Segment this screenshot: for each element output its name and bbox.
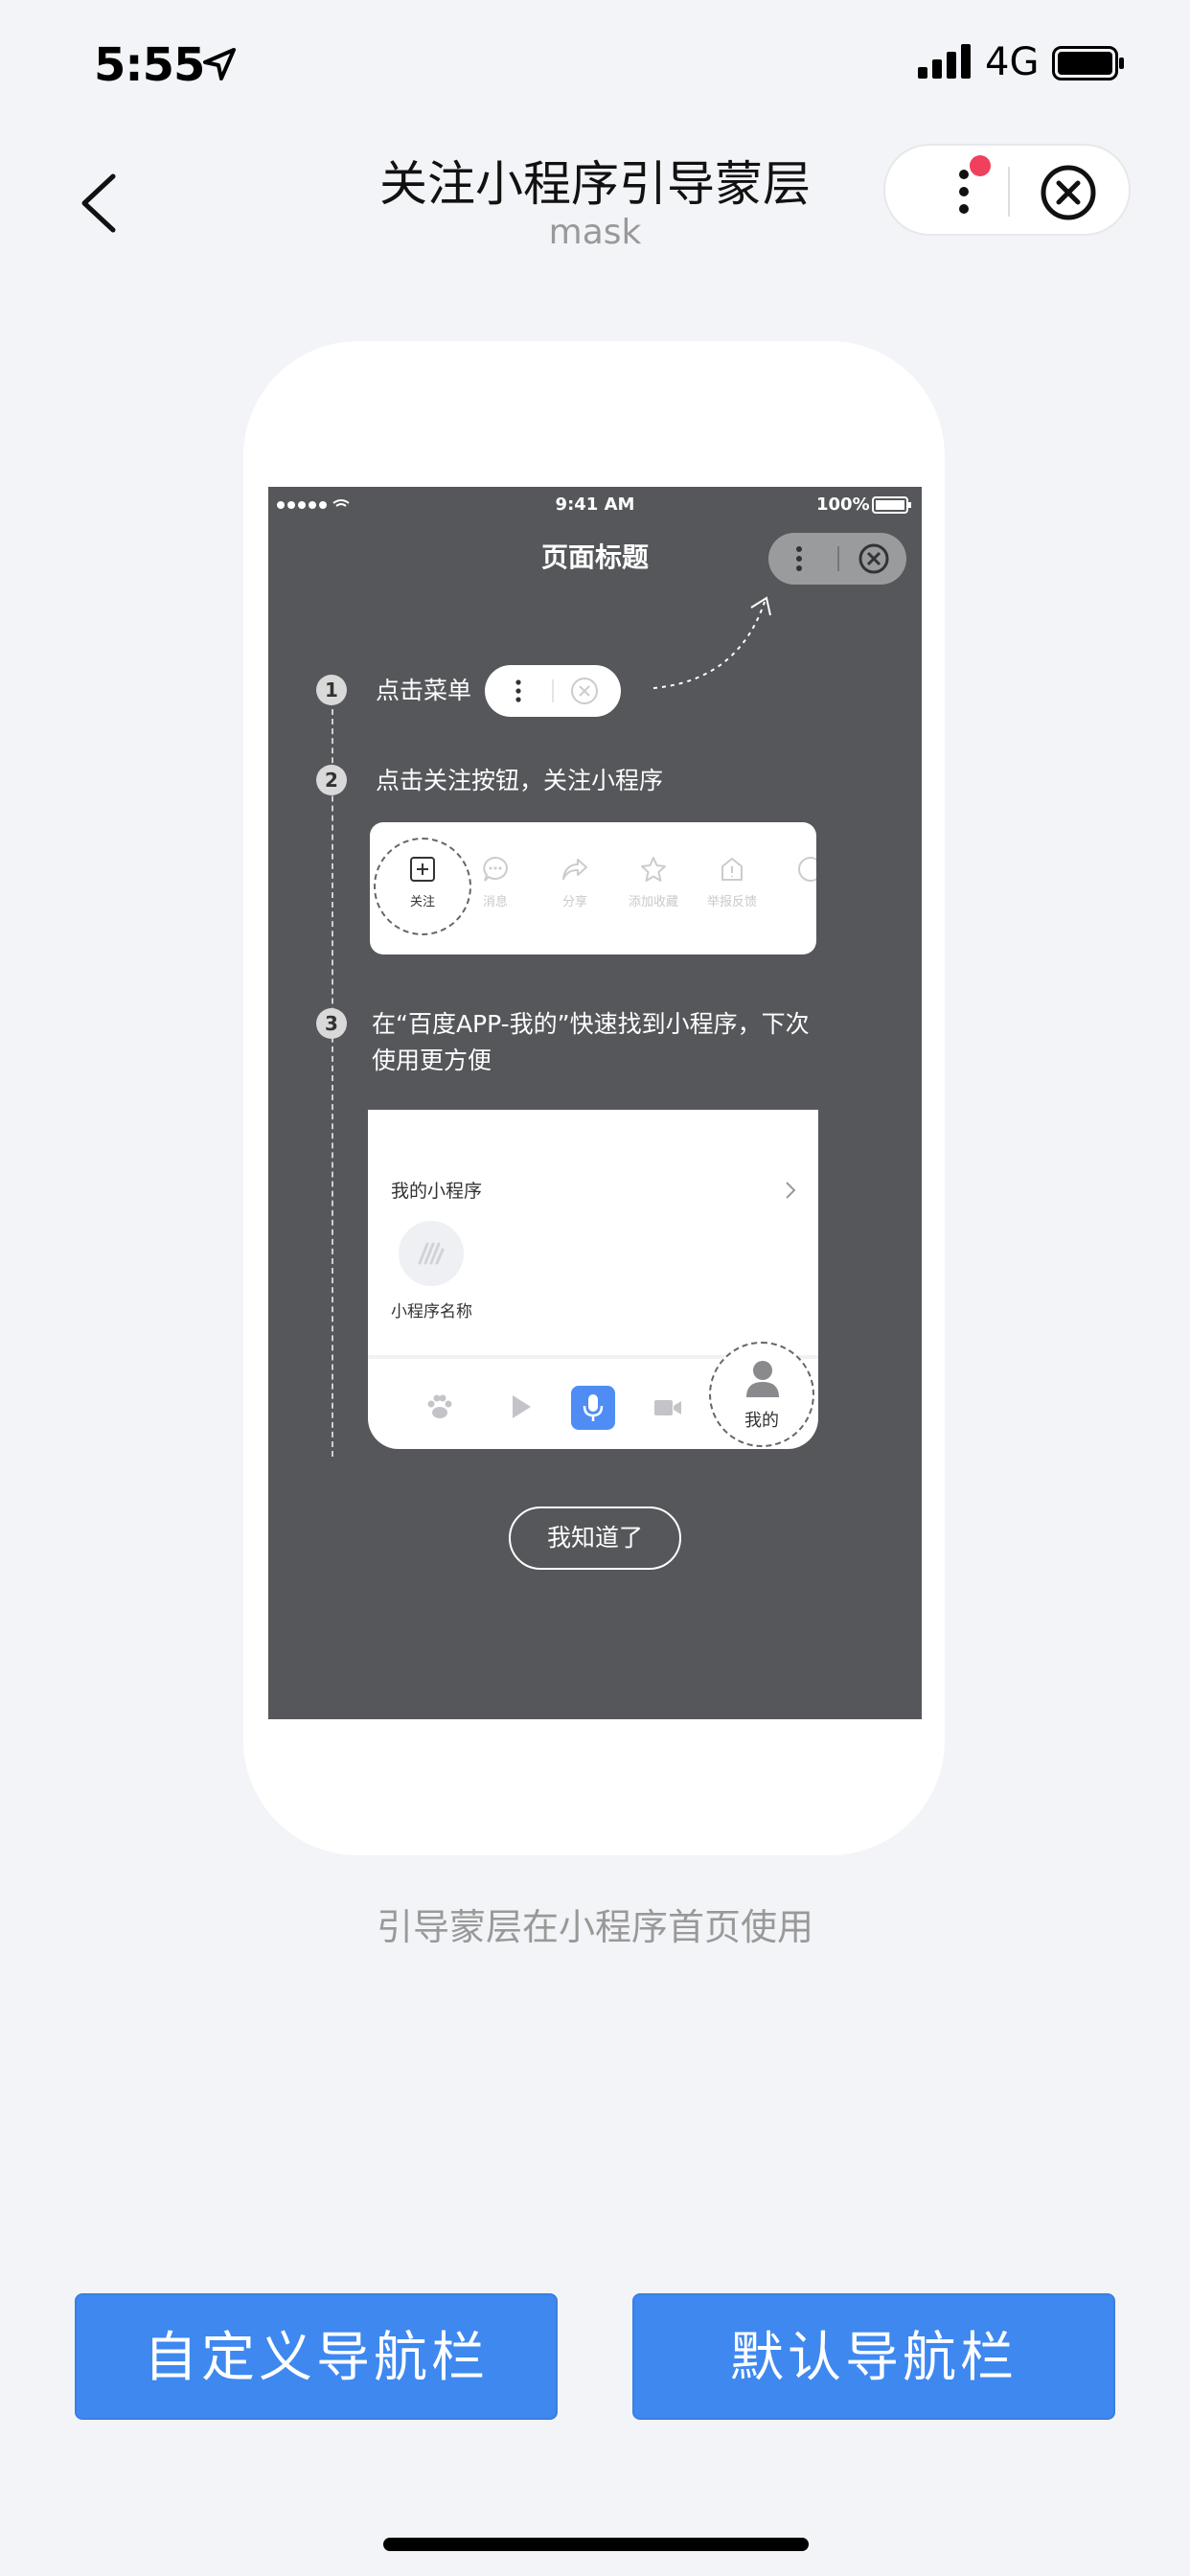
chevron-right-icon (786, 1182, 796, 1199)
menu-follow: 关注 (394, 855, 451, 909)
capsule-divider (1008, 167, 1010, 217)
signal-icon (918, 44, 971, 79)
program-avatar (399, 1221, 464, 1286)
step-more-icon (515, 679, 521, 702)
step-text-2: 点击关注按钮，关注小程序 (376, 767, 664, 794)
program-logo-icon (418, 1242, 445, 1265)
dotted-arrow-icon (652, 596, 771, 689)
close-icon[interactable] (1039, 163, 1098, 222)
step-text-1: 点击菜单 (376, 677, 472, 704)
mine-tab-highlight: 我的 (709, 1342, 814, 1447)
step-connector (332, 709, 333, 1457)
paw-icon (427, 1394, 452, 1418)
default-navbar-button[interactable]: 默认导航栏 (632, 2293, 1115, 2420)
menu-share: 分享 (546, 855, 604, 909)
microphone-icon (583, 1394, 604, 1421)
report-icon (721, 858, 743, 881)
step-text-3-line1: 在“百度APP-我的”快速找到小程序，下次 (372, 1010, 810, 1038)
step-number-1: 1 (316, 675, 347, 705)
mini-status-battery: 100% (816, 494, 870, 515)
custom-navbar-button[interactable]: 自定义导航栏 (75, 2293, 558, 2420)
step-capsule-divider (552, 679, 554, 702)
menu-report: 举报反馈 (703, 855, 761, 909)
share-icon (562, 859, 587, 880)
message-icon (483, 856, 508, 882)
program-name: 小程序名称 (391, 1302, 472, 1322)
more-circle-icon (798, 857, 816, 882)
home-indicator (383, 2538, 809, 2551)
video-icon (654, 1400, 681, 1415)
menu-more (782, 855, 816, 891)
got-it-button: 我知道了 (509, 1506, 681, 1570)
guide-mask-preview: 9:41 AM 100% 页面标题 1 点击菜单 2 点击关注按钮，关注小程序 … (268, 487, 922, 1719)
location-arrow-icon (203, 48, 236, 80)
mini-menu-capsule (768, 533, 906, 585)
share-menu-card: 关注 消息 分享 添加收藏 举报反馈 (370, 822, 816, 954)
caption-text: 引导蒙层在小程序首页使用 (376, 1906, 813, 1948)
step-text-3-line2: 使用更方便 (372, 1046, 492, 1074)
my-programs-title: 我的小程序 (391, 1181, 483, 1202)
star-icon (641, 857, 666, 882)
voice-tab (571, 1386, 615, 1430)
menu-message: 消息 (467, 855, 524, 909)
user-icon (746, 1361, 779, 1397)
mini-capsule-divider (837, 546, 839, 571)
status-time: 5:55 (94, 38, 205, 92)
step-number-2: 2 (316, 765, 347, 795)
notification-dot (970, 155, 991, 176)
step-menu-capsule (485, 665, 621, 717)
play-icon (513, 1395, 531, 1418)
plus-square-icon (410, 857, 435, 882)
battery-icon (1052, 46, 1124, 80)
mini-close-icon (858, 543, 889, 574)
mini-battery-icon (872, 496, 911, 514)
step-number-3: 3 (316, 1008, 347, 1039)
mini-more-icon (796, 546, 802, 571)
network-type: 4G (985, 40, 1040, 84)
step-close-icon (571, 678, 598, 704)
mine-tab-label: 我的 (744, 1411, 779, 1431)
menu-capsule (883, 144, 1131, 236)
menu-favorite: 添加收藏 (625, 855, 682, 909)
